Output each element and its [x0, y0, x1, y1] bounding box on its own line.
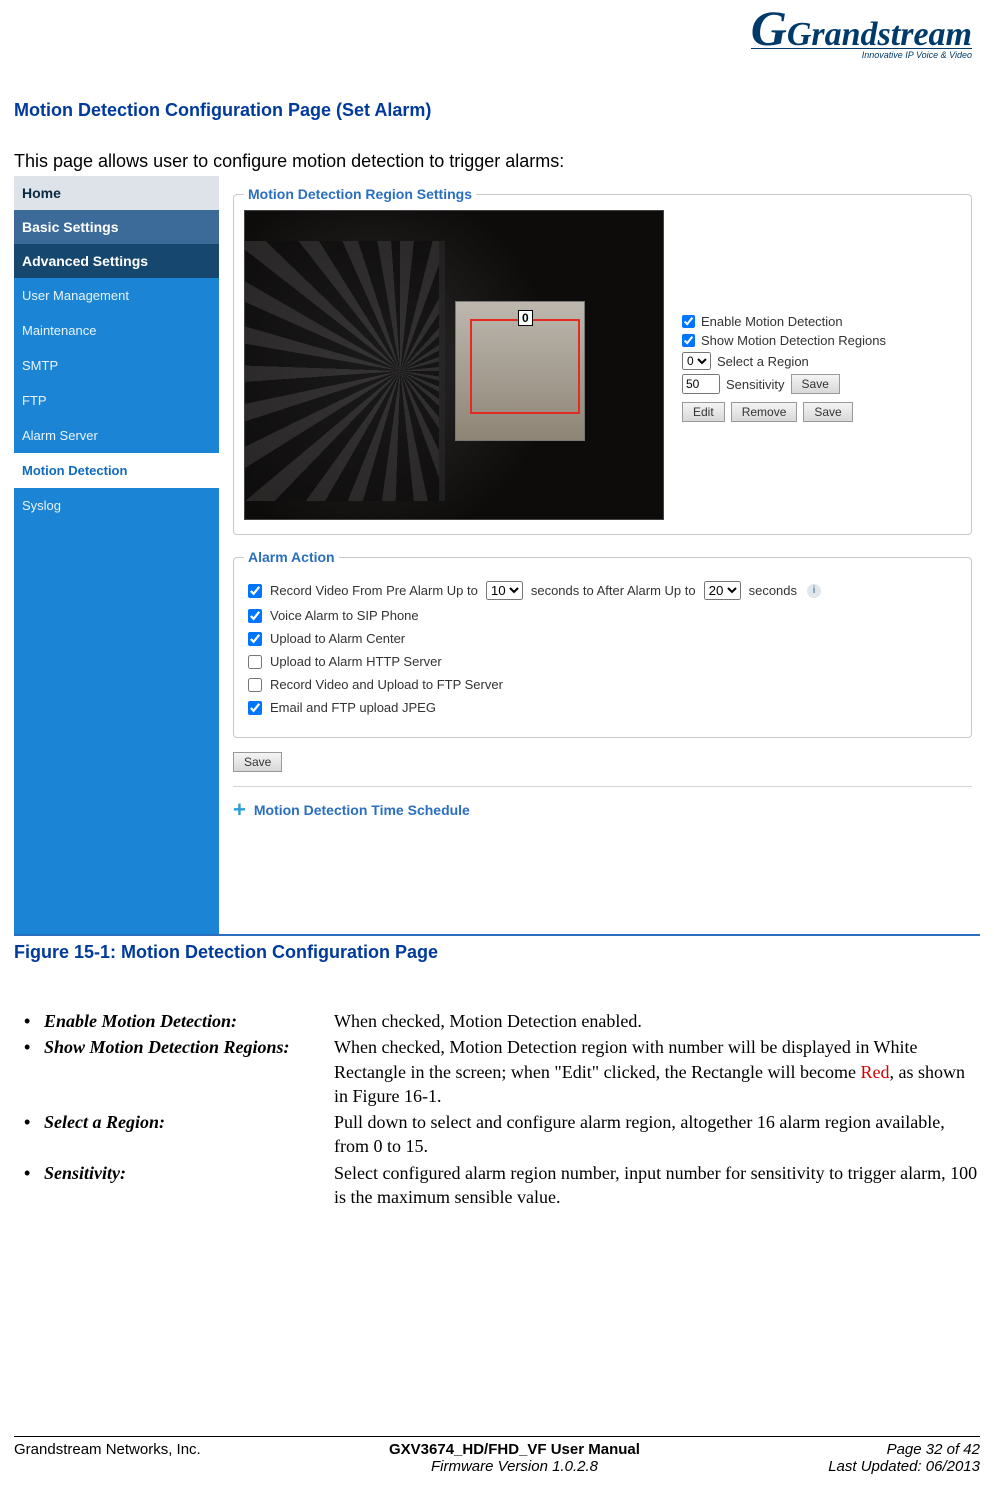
detection-region-box[interactable]	[470, 319, 580, 414]
alarm-action-legend: Alarm Action	[244, 549, 339, 565]
sidebar-item-advanced[interactable]: Advanced Settings	[14, 244, 219, 278]
record-pre-label: Record Video From Pre Alarm Up to	[270, 583, 478, 598]
upload-http-label: Upload to Alarm HTTP Server	[270, 654, 442, 669]
region-select[interactable]: 0	[682, 352, 711, 370]
video-preview[interactable]: 0	[244, 210, 664, 520]
record-video-checkbox[interactable]	[248, 584, 262, 598]
region-settings-fieldset: Motion Detection Region Settings 0 Enabl…	[233, 186, 972, 535]
sidebar-item-maintenance[interactable]: Maintenance	[14, 313, 219, 348]
upload-center-checkbox[interactable]	[248, 632, 262, 646]
upload-http-checkbox[interactable]	[248, 655, 262, 669]
desc-term: Sensitivity:	[44, 1161, 334, 1210]
alarm-action-fieldset: Alarm Action Record Video From Pre Alarm…	[233, 549, 972, 738]
region-settings-legend: Motion Detection Region Settings	[244, 186, 476, 202]
sensitivity-input[interactable]	[682, 374, 720, 394]
desc-term: Enable Motion Detection:	[44, 1009, 334, 1033]
bullet: •	[14, 1009, 44, 1033]
desc-definition: When checked, Motion Detection region wi…	[334, 1035, 980, 1108]
edit-button[interactable]: Edit	[682, 402, 725, 422]
figure-caption: Figure 15-1: Motion Detection Configurat…	[14, 942, 980, 963]
footer-title: GXV3674_HD/FHD_VF User Manual	[389, 1441, 640, 1458]
info-icon[interactable]: i	[807, 584, 821, 598]
plus-icon: +	[233, 797, 246, 823]
region-select-label: Select a Region	[717, 354, 809, 369]
sidebar-item-motion-detection[interactable]: Motion Detection	[14, 453, 219, 488]
upload-center-label: Upload to Alarm Center	[270, 631, 405, 646]
section-heading: Motion Detection Configuration Page (Set…	[14, 100, 980, 121]
pre-seconds-select[interactable]: 10	[486, 581, 523, 600]
region-save-button[interactable]: Save	[803, 402, 852, 422]
bullet: •	[14, 1161, 44, 1210]
description-list: •Enable Motion Detection:When checked, M…	[14, 1009, 980, 1209]
record-suf-label: seconds	[749, 583, 797, 598]
schedule-toggle[interactable]: + Motion Detection Time Schedule	[233, 786, 972, 823]
sensitivity-label: Sensitivity	[726, 377, 785, 392]
sidebar-item-user-management[interactable]: User Management	[14, 278, 219, 313]
sensitivity-save-button[interactable]: Save	[791, 374, 840, 394]
footer-updated: Last Updated: 06/2013	[828, 1458, 980, 1475]
app-screenshot: Home Basic Settings Advanced Settings Us…	[14, 176, 980, 936]
email-jpeg-checkbox[interactable]	[248, 701, 262, 715]
sidebar-item-home[interactable]: Home	[14, 176, 219, 210]
footer-left: Grandstream Networks, Inc.	[14, 1441, 201, 1475]
bullet: •	[14, 1035, 44, 1108]
upload-ftp-checkbox[interactable]	[248, 678, 262, 692]
sidebar-item-alarm-server[interactable]: Alarm Server	[14, 418, 219, 453]
desc-term: Show Motion Detection Regions:	[44, 1035, 334, 1108]
sidebar-item-syslog[interactable]: Syslog	[14, 488, 219, 523]
alarm-save-button[interactable]: Save	[233, 752, 282, 772]
desc-definition: When checked, Motion Detection enabled.	[334, 1009, 980, 1033]
schedule-label: Motion Detection Time Schedule	[254, 802, 470, 818]
voice-alarm-label: Voice Alarm to SIP Phone	[270, 608, 419, 623]
brand-name: Grandstream	[787, 16, 972, 53]
show-regions-checkbox[interactable]	[682, 334, 695, 347]
sidebar-item-basic[interactable]: Basic Settings	[14, 210, 219, 244]
region-marker: 0	[518, 310, 533, 326]
voice-alarm-checkbox[interactable]	[248, 609, 262, 623]
remove-button[interactable]: Remove	[731, 402, 798, 422]
record-mid-label: seconds to After Alarm Up to	[531, 583, 696, 598]
main-panel: Motion Detection Region Settings 0 Enabl…	[219, 176, 980, 934]
desc-definition: Select configured alarm region number, i…	[334, 1161, 980, 1210]
enable-motion-label: Enable Motion Detection	[701, 314, 843, 329]
upload-ftp-label: Record Video and Upload to FTP Server	[270, 677, 503, 692]
post-seconds-select[interactable]: 20	[704, 581, 741, 600]
footer-page: Page 32 of 42	[828, 1441, 980, 1458]
sidebar-item-smtp[interactable]: SMTP	[14, 348, 219, 383]
brand-logo: GGrandstream Innovative IP Voice & Video	[14, 10, 980, 80]
bullet: •	[14, 1110, 44, 1159]
desc-term: Select a Region:	[44, 1110, 334, 1159]
intro-text: This page allows user to configure motio…	[14, 151, 980, 172]
sidebar-item-ftp[interactable]: FTP	[14, 383, 219, 418]
page-footer: Grandstream Networks, Inc. GXV3674_HD/FH…	[14, 1436, 980, 1475]
desc-definition: Pull down to select and configure alarm …	[334, 1110, 980, 1159]
enable-motion-checkbox[interactable]	[682, 315, 695, 328]
email-jpeg-label: Email and FTP upload JPEG	[270, 700, 436, 715]
sidebar: Home Basic Settings Advanced Settings Us…	[14, 176, 219, 934]
footer-version: Firmware Version 1.0.2.8	[389, 1458, 640, 1475]
show-regions-label: Show Motion Detection Regions	[701, 333, 886, 348]
